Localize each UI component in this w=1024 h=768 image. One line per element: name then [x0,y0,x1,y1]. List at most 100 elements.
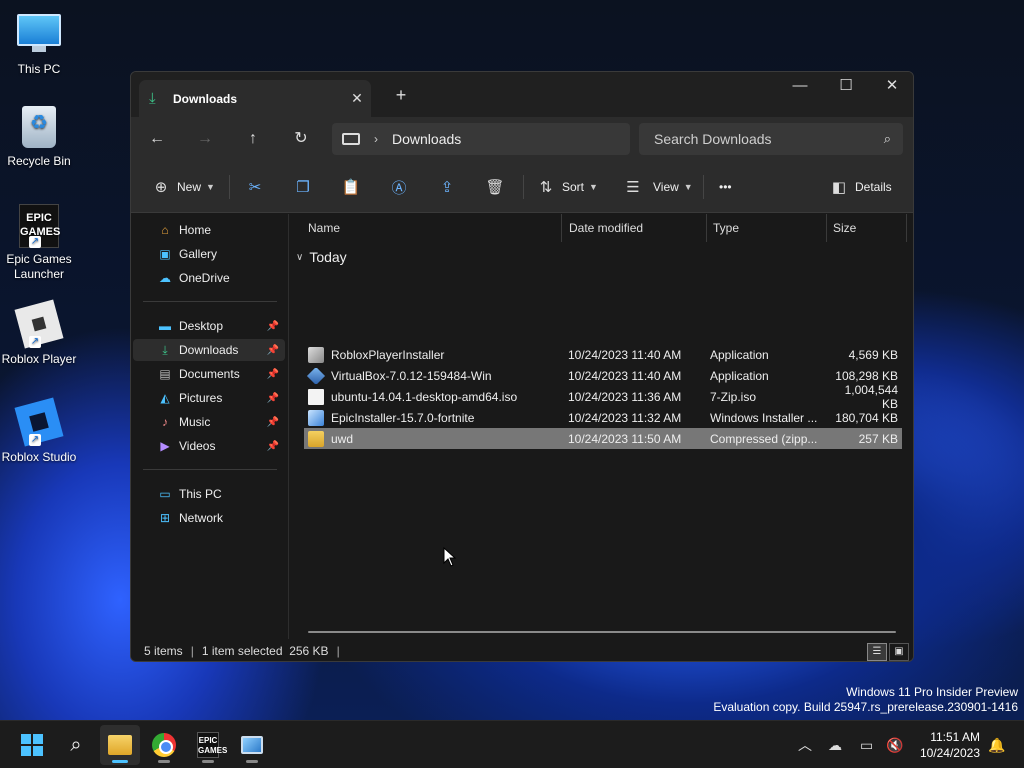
delete-button[interactable]: 🗑 [485,173,505,201]
pin-icon[interactable]: 📌 [267,321,279,332]
horizontal-scrollbar[interactable] [308,631,896,633]
chevron-right-icon[interactable]: › [374,132,378,146]
tray-onedrive[interactable]: ☁ [828,721,842,768]
file-size: 4,569 KB [848,347,898,362]
close-tab-icon[interactable]: ✕ [343,90,371,107]
search-button[interactable]: ⌕ [56,725,96,765]
refresh-button[interactable]: ↻ [285,123,317,155]
notifications-button[interactable]: 🔔 [988,721,1005,768]
details-pane-button[interactable]: ◧ Details [829,173,892,201]
computer-icon: ▭ [159,487,171,501]
title-bar: ⤓ Downloads ✕ + — ☐ ✕ [131,72,913,117]
breadcrumb-downloads[interactable]: Downloads [392,131,461,147]
forward-button[interactable]: → [189,123,221,155]
share-button[interactable]: ⇪ [437,173,457,201]
taskbar-epic-games[interactable]: EPIC GAMES [188,725,228,765]
music-icon: ♪ [162,415,168,429]
new-tab-button[interactable]: + [389,84,413,108]
gallery-icon: ▣ [159,247,171,261]
pin-icon[interactable]: 📌 [267,441,279,452]
more-options-button[interactable]: ••• [719,173,732,201]
sidebar-item-desktop[interactable]: ▬ Desktop 📌 [133,315,285,337]
file-date: 10/24/2023 11:36 AM [568,389,682,404]
address-bar[interactable]: › Downloads [332,123,630,155]
table-row[interactable]: EpicInstaller-15.7.0-fortnite 10/24/2023… [304,407,902,428]
table-row[interactable]: RobloxPlayerInstaller 10/24/2023 11:40 A… [304,344,902,365]
desktop-folder-icon: ▬ [159,319,171,333]
paste-button[interactable]: 📋 [341,173,361,201]
sort-button[interactable]: ⇅ Sort ▼ [536,173,598,201]
sidebar-item-gallery[interactable]: ▣ Gallery [133,243,285,265]
desktop-icon-epic-games[interactable]: EPIC GAMES ↗ Epic Games Launcher [0,204,78,282]
start-button[interactable] [12,725,52,765]
sidebar-item-downloads[interactable]: ⤓ Downloads 📌 [133,339,285,361]
pin-icon[interactable]: 📌 [267,393,279,404]
column-header-date[interactable]: Date modified [563,214,707,242]
view-button[interactable]: ☰ View ▼ [623,173,693,201]
taskbar-clock[interactable]: 11:51 AM 10/24/2023 [920,729,980,761]
taskbar-virtual-machine[interactable] [232,725,272,765]
file-type: Windows Installer ... [710,410,818,425]
new-button[interactable]: ⊕ New ▼ [151,173,215,201]
copy-button[interactable]: ❐ [293,173,313,201]
taskbar: ⌕ EPIC GAMES ︿ ☁ ▭ 🔇 11:51 AM 10/24/2023 … [0,720,1024,768]
chevron-down-icon: ▼ [683,182,693,192]
chevron-down-icon: ▼ [206,182,215,192]
sidebar-item-this-pc[interactable]: ▭ This PC [133,483,285,505]
sidebar-item-pictures[interactable]: ◭ Pictures 📌 [133,387,285,409]
search-input[interactable]: Search Downloads ⌕ [639,123,903,155]
shortcut-arrow-icon: ↗ [29,434,41,446]
toolbar-divider [523,175,524,199]
sidebar-item-music[interactable]: ♪ Music 📌 [133,411,285,433]
tab-downloads[interactable]: ⤓ Downloads ✕ [139,80,371,117]
chevron-up-icon: ︿ [798,737,812,753]
file-name: EpicInstaller-15.7.0-fortnite [331,410,475,425]
windows-logo-icon [21,734,43,756]
clock-date: 10/24/2023 [919,746,980,760]
show-hidden-icons-button[interactable]: ︿ [798,721,812,768]
rename-button[interactable]: Ⓐ [389,173,409,201]
taskbar-chrome[interactable] [144,725,184,765]
desktop-icon-label: Roblox Studio [1,450,77,464]
sidebar-item-label: OneDrive [179,271,230,285]
pin-icon[interactable]: 📌 [267,369,279,380]
new-label: New [177,180,202,194]
group-header-today[interactable]: ∨ Today [296,249,347,265]
file-name: RobloxPlayerInstaller [331,347,445,362]
desktop-icon-this-pc[interactable]: This PC [0,10,78,77]
minimize-button[interactable]: — [777,72,823,102]
file-type: 7-Zip.iso [710,389,757,404]
desktop-icon-recycle-bin[interactable]: Recycle Bin [0,106,78,169]
tray-volume[interactable]: 🔇 [886,721,903,768]
file-date: 10/24/2023 11:50 AM [568,431,682,446]
desktop-icon-roblox-studio[interactable]: ↗ Roblox Studio [0,397,78,465]
table-row-selected[interactable]: uwd 10/24/2023 11:50 AM Compressed (zipp… [304,428,902,449]
trash-icon: 🗑 [485,179,505,196]
desktop-icon-roblox-player[interactable]: ↗ Roblox Player [0,299,78,367]
download-icon: ⤓ [149,90,156,107]
maximize-button[interactable]: ☐ [823,72,869,102]
cut-button[interactable]: ✂ [245,173,265,201]
details-view-button[interactable]: ☰ [867,643,887,661]
close-window-button[interactable]: ✕ [869,72,913,102]
toolbar-divider [229,175,230,199]
tray-network[interactable]: ▭ [860,721,873,768]
column-header-type[interactable]: Type [707,214,827,242]
column-header-name[interactable]: Name [302,214,562,242]
up-button[interactable]: ↑ [237,123,269,155]
network-icon: ⊞ [159,511,171,525]
table-row[interactable]: VirtualBox-7.0.12-159484-Win 10/24/2023 … [304,365,902,386]
search-icon: ⌕ [883,131,891,146]
sidebar-item-network[interactable]: ⊞ Network [133,507,285,529]
sidebar-item-onedrive[interactable]: ☁ OneDrive [133,267,285,289]
sidebar-item-home[interactable]: ⌂ Home [133,219,285,241]
sidebar-item-documents[interactable]: ▤ Documents 📌 [133,363,285,385]
back-button[interactable]: ← [141,123,173,155]
taskbar-file-explorer[interactable] [100,725,140,765]
pin-icon[interactable]: 📌 [267,345,279,356]
tiles-view-button[interactable]: ▣ [889,643,909,661]
column-header-size[interactable]: Size [827,214,907,242]
pin-icon[interactable]: 📌 [267,417,279,428]
sidebar-item-videos[interactable]: ▶ Videos 📌 [133,435,285,457]
table-row[interactable]: ubuntu-14.04.1-desktop-amd64.iso 10/24/2… [304,383,902,411]
